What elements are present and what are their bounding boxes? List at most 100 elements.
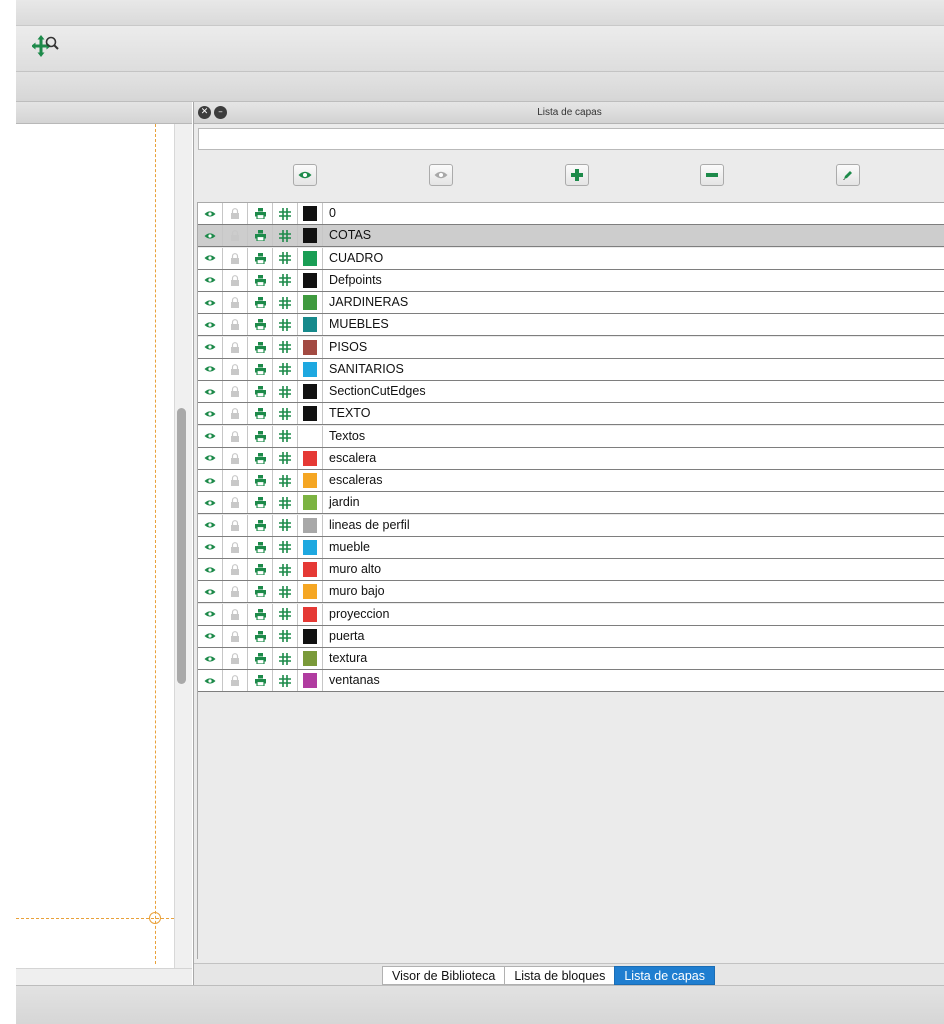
layer-color-swatch[interactable] (303, 562, 317, 577)
visibility-eye-icon[interactable] (198, 225, 223, 247)
hash-icon[interactable] (273, 358, 298, 380)
print-icon[interactable] (248, 381, 273, 402)
lock-icon[interactable] (223, 225, 248, 247)
hash-icon[interactable] (273, 247, 298, 269)
lock-icon[interactable] (223, 492, 248, 514)
visibility-eye-icon[interactable] (198, 670, 223, 692)
layer-row[interactable]: escaleras (198, 470, 944, 492)
layer-color-cell[interactable] (298, 403, 323, 425)
print-icon[interactable] (248, 670, 273, 692)
add-layer-button[interactable] (565, 164, 589, 186)
layer-row[interactable]: mueble (198, 536, 944, 559)
lock-icon[interactable] (223, 625, 248, 647)
layer-row[interactable]: Defpoints (198, 269, 944, 292)
layer-color-cell[interactable] (298, 581, 323, 603)
layer-color-cell[interactable] (298, 269, 323, 291)
layer-color-cell[interactable] (298, 358, 323, 380)
visibility-eye-icon[interactable] (198, 292, 223, 313)
hash-icon[interactable] (273, 514, 298, 536)
layer-row[interactable]: PISOS (198, 336, 944, 359)
layer-color-swatch[interactable] (303, 450, 317, 466)
layer-color-swatch[interactable] (303, 250, 317, 266)
lock-icon[interactable] (223, 403, 248, 425)
lock-icon[interactable] (223, 603, 248, 625)
hash-icon[interactable] (273, 314, 298, 336)
layer-color-swatch[interactable] (303, 206, 317, 221)
print-icon[interactable] (248, 581, 273, 603)
layer-color-swatch[interactable] (303, 539, 317, 555)
layer-row[interactable]: 0 (198, 203, 944, 225)
print-icon[interactable] (248, 203, 273, 224)
layer-color-swatch[interactable] (303, 295, 317, 310)
hash-icon[interactable] (273, 336, 298, 358)
layer-row[interactable]: COTAS (198, 225, 944, 248)
lock-icon[interactable] (223, 559, 248, 580)
lock-icon[interactable] (223, 269, 248, 291)
layer-color-swatch[interactable] (303, 384, 317, 399)
hash-icon[interactable] (273, 269, 298, 291)
visibility-eye-icon[interactable] (198, 536, 223, 558)
hide-all-layers-button[interactable] (429, 164, 453, 186)
print-icon[interactable] (248, 559, 273, 580)
hash-icon[interactable] (273, 492, 298, 514)
visibility-eye-icon[interactable] (198, 581, 223, 603)
layer-row[interactable]: SANITARIOS (198, 358, 944, 381)
visibility-eye-icon[interactable] (198, 625, 223, 647)
print-icon[interactable] (248, 358, 273, 380)
lock-icon[interactable] (223, 581, 248, 603)
layer-color-swatch[interactable] (303, 495, 317, 511)
hash-icon[interactable] (273, 225, 298, 247)
layer-color-swatch[interactable] (303, 406, 317, 422)
hash-icon[interactable] (273, 581, 298, 603)
layer-row[interactable]: CUADRO (198, 247, 944, 270)
layer-color-cell[interactable] (298, 447, 323, 469)
layer-color-swatch[interactable] (303, 473, 317, 488)
minimize-icon[interactable]: – (214, 106, 227, 119)
layer-row[interactable]: ventanas (198, 670, 944, 693)
visibility-eye-icon[interactable] (198, 603, 223, 625)
visibility-eye-icon[interactable] (198, 470, 223, 491)
print-icon[interactable] (248, 536, 273, 558)
lock-icon[interactable] (223, 648, 248, 669)
hash-icon[interactable] (273, 625, 298, 647)
print-icon[interactable] (248, 269, 273, 291)
layer-row[interactable]: textura (198, 648, 944, 670)
layer-row[interactable]: muro bajo (198, 581, 944, 604)
visibility-eye-icon[interactable] (198, 358, 223, 380)
layer-color-cell[interactable] (298, 670, 323, 692)
print-icon[interactable] (248, 625, 273, 647)
layer-row[interactable]: escalera (198, 447, 944, 470)
layer-color-cell[interactable] (298, 492, 323, 514)
print-icon[interactable] (248, 492, 273, 514)
close-icon[interactable]: ✕ (198, 106, 211, 119)
print-icon[interactable] (248, 247, 273, 269)
hash-icon[interactable] (273, 536, 298, 558)
tab-layer-list[interactable]: Lista de capas (614, 966, 715, 985)
print-icon[interactable] (248, 292, 273, 313)
layer-row[interactable]: SectionCutEdges (198, 381, 944, 403)
hash-icon[interactable] (273, 648, 298, 669)
layer-color-swatch[interactable] (303, 361, 317, 377)
visibility-eye-icon[interactable] (198, 447, 223, 469)
layer-row[interactable]: puerta (198, 625, 944, 648)
visibility-eye-icon[interactable] (198, 269, 223, 291)
hash-icon[interactable] (273, 670, 298, 692)
visibility-eye-icon[interactable] (198, 203, 223, 224)
layer-color-cell[interactable] (298, 314, 323, 336)
layer-color-swatch[interactable] (303, 517, 317, 533)
lock-icon[interactable] (223, 670, 248, 692)
visibility-eye-icon[interactable] (198, 381, 223, 402)
visibility-eye-icon[interactable] (198, 247, 223, 269)
layer-color-cell[interactable] (298, 625, 323, 647)
print-icon[interactable] (248, 403, 273, 425)
visibility-eye-icon[interactable] (198, 336, 223, 358)
lock-icon[interactable] (223, 358, 248, 380)
layer-color-swatch[interactable] (303, 606, 317, 622)
layer-filter-input[interactable] (198, 128, 944, 150)
layer-color-cell[interactable] (298, 425, 323, 447)
visibility-eye-icon[interactable] (198, 403, 223, 425)
layer-row[interactable]: JARDINERAS (198, 292, 944, 314)
visibility-eye-icon[interactable] (198, 559, 223, 580)
layer-color-cell[interactable] (298, 648, 323, 669)
layer-color-swatch[interactable] (303, 272, 317, 288)
